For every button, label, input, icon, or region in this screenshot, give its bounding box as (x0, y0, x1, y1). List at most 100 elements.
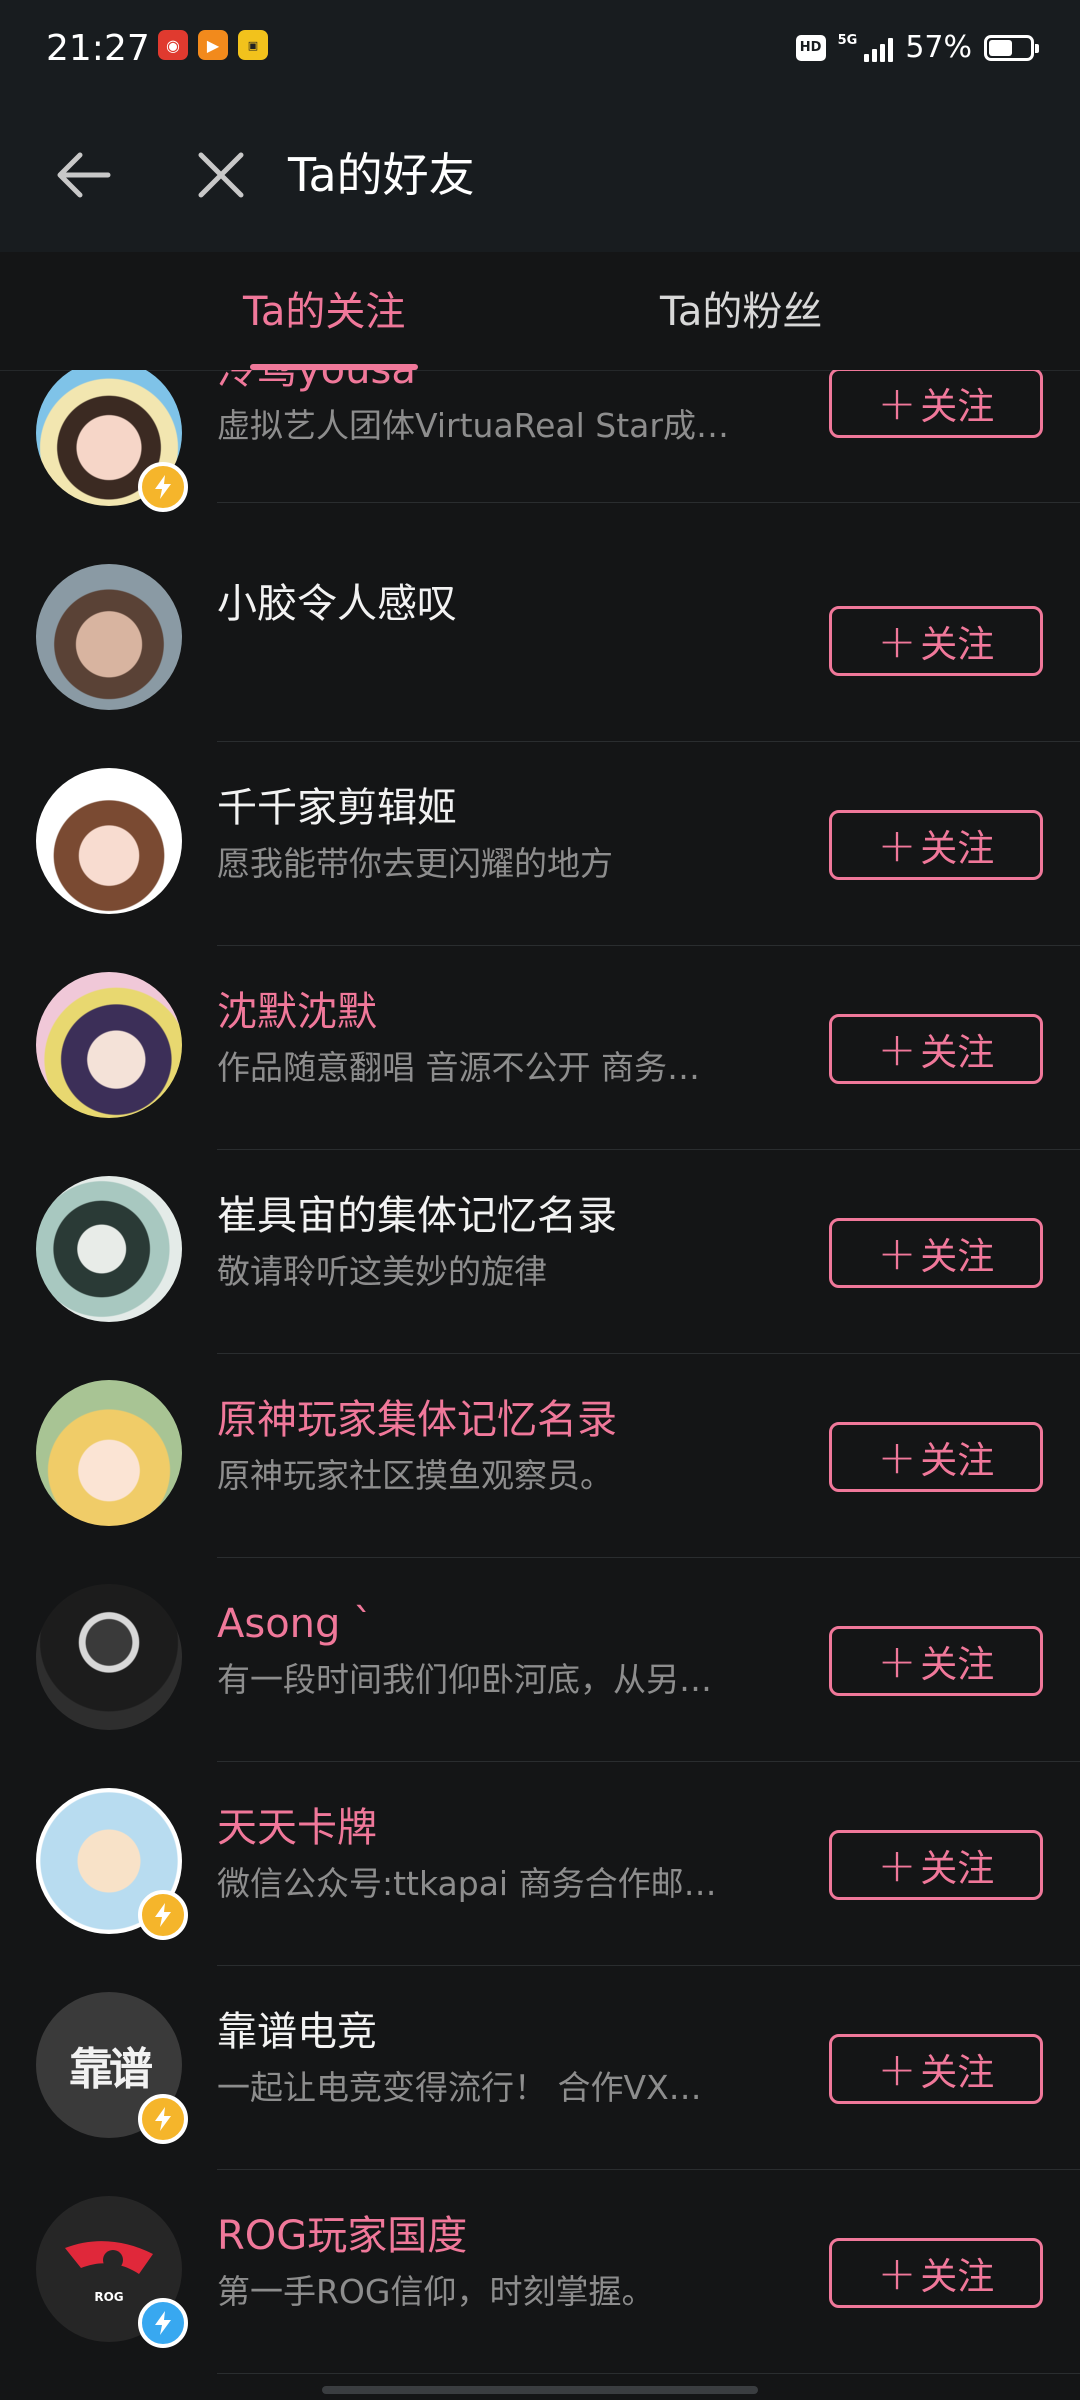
user-description: 作品随意翻唱 音源不公开 商务… (217, 1048, 700, 1087)
avatar[interactable] (36, 1788, 188, 1940)
user-name[interactable]: 崔具宙的集体记忆名录 (217, 1190, 617, 1242)
avatar[interactable] (36, 1380, 182, 1526)
logo-kaopu: 靠谱 (69, 2044, 153, 2095)
rog-logo-text: ROG (94, 2290, 124, 2304)
avatar[interactable]: 靠谱 (36, 1992, 188, 2144)
rog-logo-icon (65, 2241, 153, 2274)
list-item[interactable]: 泠鸢yousa 虚拟艺人团体VirtuaReal Star成… + 关注 (0, 370, 1080, 538)
list-item[interactable]: 原神玩家集体记忆名录 原神玩家社区摸鱼观察员。 + 关注 (0, 1354, 1080, 1558)
status-bar: 21:27 ◉ ▶ ▣ HD 5G 57% (0, 0, 1080, 104)
follow-label: 关注 (920, 1643, 995, 1686)
verified-badge-icon (138, 1890, 188, 1940)
battery-percent: 57% (905, 30, 972, 65)
user-description: 敬请聆听这美妙的旋律 (217, 1252, 547, 1291)
verified-badge-icon (138, 2094, 188, 2144)
follow-button[interactable]: + 关注 (829, 1830, 1043, 1900)
user-name[interactable]: 千千家剪辑姬 (217, 782, 457, 834)
follow-label: 关注 (920, 827, 995, 870)
follow-label: 关注 (920, 1235, 995, 1278)
user-description: 有一段时间我们仰卧河底，从另… (217, 1660, 712, 1699)
close-button[interactable] (186, 140, 256, 210)
follow-label: 关注 (920, 623, 995, 666)
list-item[interactable]: 天天卡牌 微信公众号:ttkapai 商务合作邮… + 关注 (0, 1762, 1080, 1966)
plus-icon: + (877, 376, 917, 430)
page-title: Ta的好友 (288, 148, 475, 202)
network-type: 5G (837, 32, 858, 48)
list-item[interactable]: 靠谱 靠谱电竞 一起让电竞变得流行！ 合作VX… + 关注 (0, 1966, 1080, 2170)
user-name[interactable]: 小胶令人感叹 (217, 578, 457, 630)
battery-icon (984, 34, 1039, 61)
status-indicators: HD 5G 57% (795, 30, 1039, 65)
signal-icon: 5G (838, 34, 894, 62)
divider (217, 502, 1080, 503)
list-item[interactable]: Asong ˋ 有一段时间我们仰卧河底，从另… + 关注 (0, 1558, 1080, 1762)
game-app-icon: ▣ (238, 30, 268, 60)
netease-music-icon: ◉ (158, 30, 188, 60)
user-description: 第一手ROG信仰，时刻掌握。 (217, 2272, 655, 2311)
plus-icon: + (877, 2246, 917, 2300)
list-item[interactable]: 崔具宙的集体记忆名录 敬请聆听这美妙的旋律 + 关注 (0, 1150, 1080, 1354)
tab-followers[interactable]: Ta的粉丝 (660, 282, 822, 342)
plus-icon: + (877, 1226, 917, 1280)
video-app-icon: ▶ (198, 30, 228, 60)
plus-icon: + (877, 818, 917, 872)
list-item[interactable]: 小胶令人感叹 + 关注 (0, 538, 1080, 742)
follow-button[interactable]: + 关注 (829, 370, 1043, 438)
user-name[interactable]: 沈默沈默 (217, 986, 377, 1038)
status-time: 21:27 (46, 28, 150, 69)
following-list: 泠鸢yousa 虚拟艺人团体VirtuaReal Star成… + 关注 小胶令… (0, 370, 1080, 2390)
plus-icon: + (877, 1634, 917, 1688)
plus-icon: + (877, 1022, 917, 1076)
avatar[interactable] (36, 768, 182, 914)
user-description: 虚拟艺人团体VirtuaReal Star成… (217, 406, 729, 445)
plus-icon: + (877, 614, 917, 668)
avatar[interactable] (36, 1584, 182, 1730)
avatar[interactable]: ROG (36, 2196, 188, 2348)
user-description: 一起让电竞变得流行！ 合作VX… (217, 2068, 702, 2107)
avatar[interactable] (36, 564, 182, 710)
user-name[interactable]: 泠鸢yousa (217, 370, 416, 396)
avatar[interactable] (36, 972, 182, 1118)
follow-button[interactable]: + 关注 (829, 2238, 1043, 2308)
verified-badge-icon (138, 2298, 188, 2348)
close-icon (198, 152, 244, 198)
user-description: 微信公众号:ttkapai 商务合作邮… (217, 1864, 717, 1903)
follow-button[interactable]: + 关注 (829, 1422, 1043, 1492)
follow-label: 关注 (920, 2255, 995, 2298)
follow-label: 关注 (920, 1847, 995, 1890)
follow-label: 关注 (920, 1439, 995, 1482)
list-item[interactable]: 沈默沈默 作品随意翻唱 音源不公开 商务… + 关注 (0, 946, 1080, 1150)
status-notification-icons: ◉ ▶ ▣ (158, 30, 268, 60)
follow-button[interactable]: + 关注 (829, 2034, 1043, 2104)
plus-icon: + (877, 1430, 917, 1484)
home-indicator[interactable] (322, 2386, 758, 2394)
avatar[interactable] (36, 370, 188, 512)
follow-label: 关注 (920, 385, 995, 428)
follow-button[interactable]: + 关注 (829, 1626, 1043, 1696)
list-item[interactable]: ROG ROG玩家国度 第一手ROG信仰，时刻掌握。 + 关注 (0, 2170, 1080, 2374)
user-name[interactable]: 天天卡牌 (217, 1802, 377, 1854)
user-name[interactable]: Asong ˋ (217, 1598, 373, 1650)
hd-icon: HD (795, 34, 826, 61)
follow-label: 关注 (920, 2051, 995, 2094)
tab-following[interactable]: Ta的关注 (243, 282, 405, 342)
list-item[interactable]: 千千家剪辑姬 愿我能带你去更闪耀的地方 + 关注 (0, 742, 1080, 946)
follow-button[interactable]: + 关注 (829, 606, 1043, 676)
user-description: 愿我能带你去更闪耀的地方 (217, 844, 613, 883)
nav-bar: Ta的好友 (0, 104, 1080, 252)
user-name[interactable]: 原神玩家集体记忆名录 (217, 1394, 617, 1446)
follow-button[interactable]: + 关注 (829, 1218, 1043, 1288)
tab-bar: Ta的关注 Ta的粉丝 (0, 252, 1080, 371)
follow-button[interactable]: + 关注 (829, 1014, 1043, 1084)
user-description: 原神玩家社区摸鱼观察员。 (217, 1456, 613, 1495)
user-name[interactable]: ROG玩家国度 (217, 2210, 467, 2262)
plus-icon: + (877, 2042, 917, 2096)
divider (217, 2373, 1080, 2374)
arrow-left-icon (57, 152, 111, 198)
user-name[interactable]: 靠谱电竞 (217, 2006, 377, 2058)
verified-badge-icon (138, 462, 188, 512)
back-button[interactable] (50, 140, 120, 210)
battery-fill (989, 39, 1012, 56)
avatar[interactable] (36, 1176, 182, 1322)
follow-button[interactable]: + 关注 (829, 810, 1043, 880)
